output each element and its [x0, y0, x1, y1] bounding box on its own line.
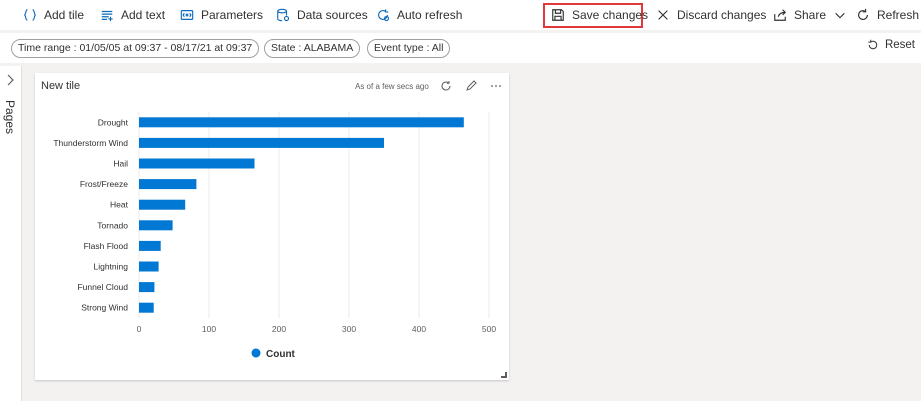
data-sources-button[interactable]: Data sources — [275, 0, 368, 30]
y-category-label: Tornado — [97, 220, 128, 230]
reset-button[interactable]: Reset — [867, 39, 915, 51]
pages-panel[interactable]: Pages — [0, 66, 22, 401]
legend-marker — [251, 348, 261, 358]
auto-refresh-icon — [375, 7, 391, 23]
chart-legend: Count — [251, 348, 296, 360]
text-lines-icon — [99, 7, 115, 23]
add-text-label: Add text — [121, 8, 166, 22]
auto-refresh-label: Auto refresh — [397, 8, 463, 22]
reset-icon — [868, 39, 878, 50]
close-icon — [655, 7, 671, 23]
pages-label: Pages — [3, 100, 17, 135]
y-category-label: Flash Flood — [84, 241, 129, 251]
y-category-label: Thunderstorm Wind — [53, 138, 128, 148]
share-button[interactable]: Share — [772, 0, 848, 30]
state-label: State : ALABAMA — [271, 42, 354, 54]
y-category-label: Heat — [110, 200, 129, 210]
legend-label: Count — [266, 349, 296, 360]
database-icon — [275, 7, 291, 23]
discard-changes-label: Discard changes — [677, 8, 767, 22]
x-tick-label: 100 — [202, 324, 216, 334]
save-icon — [550, 7, 566, 23]
bar-chart: Drought Thunderstorm Wind Hail Frost/Freeze… — [53, 112, 496, 360]
y-category-label: Funnel Cloud — [77, 282, 128, 292]
time-range-label: Time range : 01/05/05 at 09:37 - 08/17/2… — [18, 42, 253, 54]
save-changes-button[interactable]: Save changes — [550, 0, 648, 30]
chevron-right-icon[interactable] — [4, 74, 16, 86]
x-tick-label: 400 — [412, 324, 426, 334]
bar[interactable] — [139, 137, 384, 148]
bar[interactable] — [139, 158, 255, 169]
event-type-filter[interactable]: Event type : All — [367, 39, 451, 58]
chevron-down-icon — [832, 7, 848, 23]
share-icon — [772, 7, 788, 23]
data-sources-label: Data sources — [297, 8, 368, 22]
x-tick-label: 300 — [342, 324, 356, 334]
auto-refresh-button[interactable]: Auto refresh — [375, 0, 462, 30]
add-text-button[interactable]: Add text — [99, 0, 165, 30]
state-filter[interactable]: State : ALABAMA — [264, 39, 361, 58]
toolbar: Add tile Add text Parameters Data source… — [0, 0, 921, 30]
bar[interactable] — [139, 117, 464, 128]
share-label: Share — [794, 8, 827, 22]
discard-changes-button[interactable]: Discard changes — [655, 0, 766, 30]
y-category-label: Hail — [113, 159, 128, 169]
refresh-icon — [855, 7, 871, 23]
resize-handle[interactable] — [501, 372, 507, 378]
bar[interactable] — [139, 302, 154, 313]
parameters-button[interactable]: Parameters — [179, 0, 263, 30]
refresh-button[interactable]: Refresh — [855, 0, 919, 30]
bar[interactable] — [139, 240, 161, 251]
add-tile-label: Add tile — [44, 8, 85, 22]
bar[interactable] — [139, 179, 197, 190]
add-tile-button[interactable]: Add tile — [22, 0, 84, 30]
x-tick-label: 500 — [482, 324, 496, 334]
braces-icon — [22, 7, 38, 23]
reset-label: Reset — [884, 39, 915, 51]
parameters-label: Parameters — [201, 8, 264, 22]
bar[interactable] — [139, 199, 186, 210]
event-type-label: Event type : All — [374, 42, 444, 54]
x-tick-label: 200 — [272, 324, 286, 334]
filter-bar: Time range : 01/05/05 at 09:37 - 08/17/2… — [0, 33, 921, 63]
y-category-label: Drought — [98, 117, 129, 127]
save-changes-label: Save changes — [572, 8, 649, 22]
y-category-label: Lightning — [93, 262, 128, 272]
bar[interactable] — [139, 282, 155, 293]
parameters-icon — [179, 7, 195, 23]
refresh-label: Refresh — [877, 8, 920, 22]
time-range-filter[interactable]: Time range : 01/05/05 at 09:37 - 08/17/2… — [11, 39, 260, 58]
bar[interactable] — [139, 220, 173, 231]
y-category-label: Strong Wind — [81, 303, 128, 313]
x-tick-label: 0 — [137, 324, 142, 334]
bar[interactable] — [139, 261, 159, 272]
chart-tile[interactable]: New tile As of a few secs ago Drought Thu… — [35, 73, 509, 380]
y-category-label: Frost/Freeze — [80, 179, 128, 189]
